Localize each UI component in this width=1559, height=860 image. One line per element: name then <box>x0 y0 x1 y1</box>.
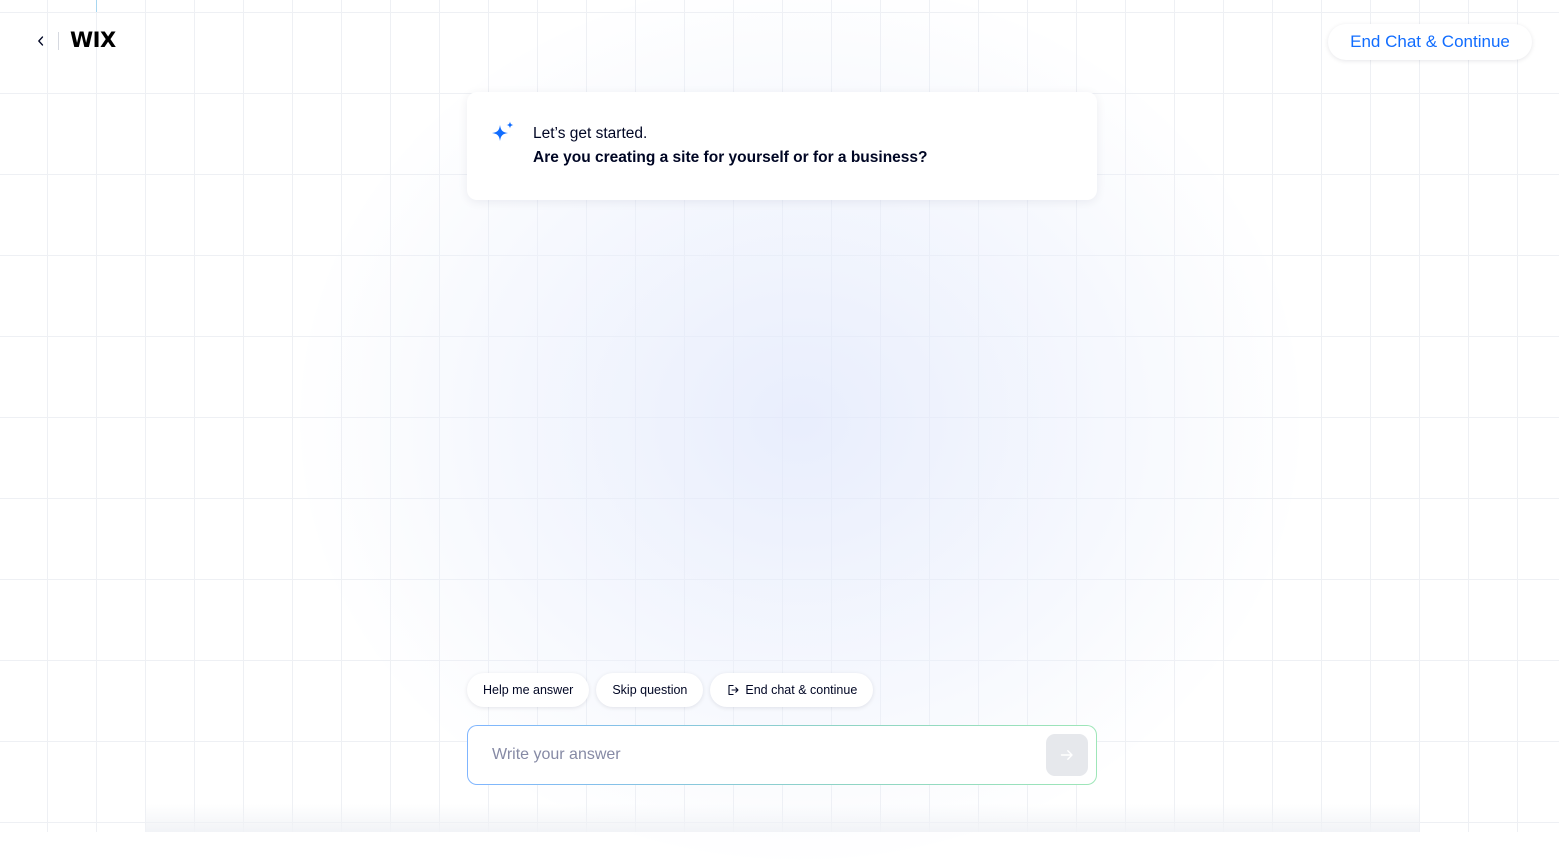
wix-logo[interactable]: WIX <box>70 28 116 52</box>
help-me-answer-button[interactable]: Help me answer <box>467 673 590 707</box>
exit-icon <box>726 683 740 697</box>
skip-question-label: Skip question <box>612 683 688 697</box>
end-chat-chip-label: End chat & continue <box>745 683 858 697</box>
end-chat-continue-label: End Chat & Continue <box>1350 32 1510 51</box>
arrow-right-icon <box>1059 747 1075 763</box>
back-button[interactable] <box>30 30 52 52</box>
greeting-text: Let’s get started. <box>533 125 648 142</box>
question-text: Are you creating a site for yourself or … <box>533 149 928 166</box>
skip-question-button[interactable]: Skip question <box>596 673 704 707</box>
suggestion-chips: Help me answer Skip question End chat & … <box>467 673 874 707</box>
end-chat-chip-button[interactable]: End chat & continue <box>710 673 874 707</box>
top-accent-line <box>96 0 97 12</box>
answer-input[interactable] <box>492 726 1032 784</box>
sparkle-icon <box>489 120 517 148</box>
help-me-answer-label: Help me answer <box>483 683 574 697</box>
chevron-left-icon <box>36 35 46 47</box>
assistant-message-card: Let’s get started. Are you creating a si… <box>467 92 1097 200</box>
bottom-fade <box>145 804 1419 832</box>
answer-box <box>467 725 1097 785</box>
answer-box-inner <box>468 726 1096 784</box>
header-divider <box>58 32 59 50</box>
send-button[interactable] <box>1046 734 1088 776</box>
end-chat-continue-button[interactable]: End Chat & Continue <box>1328 24 1532 60</box>
